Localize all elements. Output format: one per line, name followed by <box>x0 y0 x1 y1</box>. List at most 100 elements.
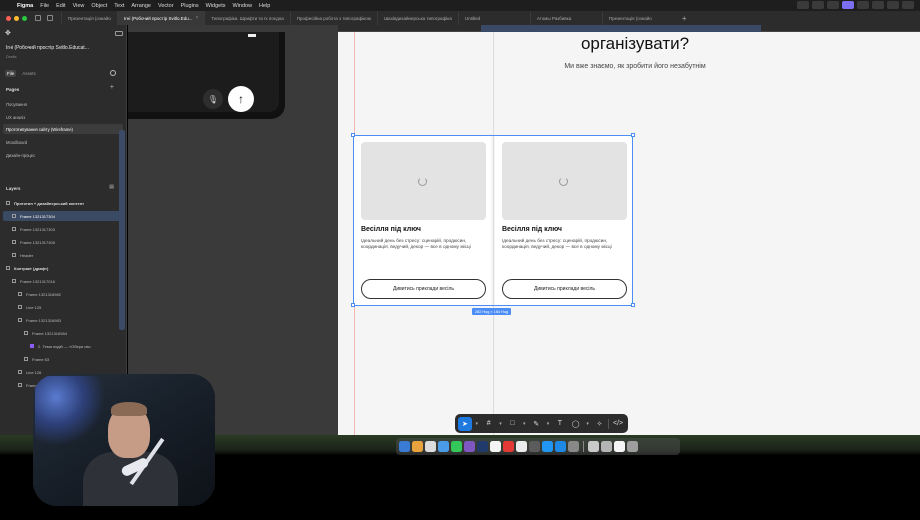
chevron-down-icon[interactable]: ▾ <box>545 417 551 431</box>
section-subheading[interactable]: Ми вже знаємо, як зробити його незабутні… <box>520 63 750 70</box>
section-heading[interactable]: організувати? <box>540 34 730 54</box>
page-item-active[interactable]: Прототипування сайту (Wireframe) <box>3 124 123 134</box>
app-icon[interactable] <box>555 441 566 452</box>
minimize-window-icon[interactable] <box>14 15 19 21</box>
app-icon[interactable] <box>529 441 540 452</box>
menu-object[interactable]: Object <box>91 3 107 9</box>
menu-widgets[interactable]: Widgets <box>206 3 226 9</box>
search-icon[interactable] <box>110 70 116 76</box>
rectangle-tool-icon[interactable]: □ <box>506 417 520 431</box>
maximize-window-icon[interactable] <box>22 15 27 21</box>
safari-icon[interactable] <box>438 441 449 452</box>
menu-edit[interactable]: Edit <box>56 3 65 9</box>
trash-icon[interactable] <box>627 441 638 452</box>
selection-outline[interactable] <box>353 135 633 306</box>
menu-view[interactable]: View <box>73 3 85 9</box>
app-icon[interactable] <box>425 441 436 452</box>
folder-icon[interactable] <box>588 441 599 452</box>
layer-row[interactable]: Контракт (драфт) <box>3 263 123 273</box>
chevron-down-icon[interactable]: ▾ <box>474 417 480 431</box>
tab-file[interactable]: File <box>5 69 17 77</box>
comment-tool-icon[interactable]: ◯ <box>569 417 583 431</box>
resize-handle[interactable] <box>631 133 635 137</box>
tab-7[interactable]: Презентація (ознайо <box>601 11 674 25</box>
menu-file[interactable]: File <box>40 3 49 9</box>
layer-row[interactable]: Frame 1321316984 <box>3 328 123 338</box>
pen-tool-icon[interactable]: ✎ <box>529 417 543 431</box>
chevron-down-icon[interactable]: ▾ <box>585 417 591 431</box>
folder-icon[interactable] <box>601 441 612 452</box>
menu-help[interactable]: Help <box>259 3 270 9</box>
tab-2[interactable]: Типографіка. Шрифти та їх поєдна <box>204 11 289 25</box>
chevron-down-icon[interactable]: ▾ <box>521 417 527 431</box>
layer-row[interactable]: Frame 1321317016 <box>3 276 123 286</box>
resize-handle[interactable] <box>351 133 355 137</box>
resize-handle[interactable] <box>351 303 355 307</box>
tab-5[interactable]: Untitled <box>457 11 530 25</box>
layers-options-icon[interactable]: ▤ <box>109 184 114 190</box>
dev-mode-icon[interactable]: </> <box>611 417 625 431</box>
panel-toggle-icon[interactable] <box>115 31 123 36</box>
layer-row[interactable]: Header <box>3 250 123 260</box>
frame-tool-icon[interactable]: # <box>482 417 496 431</box>
status-icon[interactable] <box>902 1 914 9</box>
layer-row[interactable]: Frame 1321317303 <box>3 224 123 234</box>
figma-logo-icon[interactable]: ✥ <box>5 30 11 37</box>
page-item[interactable]: Посування <box>3 99 123 109</box>
notion-icon[interactable] <box>490 441 501 452</box>
phone-mockup[interactable]: 🎙 ↑ <box>128 32 285 119</box>
chrome-icon[interactable] <box>516 441 527 452</box>
finder-icon[interactable] <box>399 441 410 452</box>
layer-row[interactable]: Line 125 <box>3 302 123 312</box>
close-tab-icon[interactable]: × <box>196 15 199 21</box>
layer-row-selected[interactable]: Frame 1321317304 <box>3 211 123 221</box>
app-icon[interactable] <box>503 441 514 452</box>
page-item[interactable]: Дизайн-процес <box>3 150 123 160</box>
send-arrow-icon[interactable]: ↑ <box>228 86 254 112</box>
tab-assets[interactable]: Assets <box>20 70 38 77</box>
status-icon[interactable] <box>797 1 809 9</box>
menu-app-name[interactable]: Figma <box>17 3 33 9</box>
tab-0[interactable]: Презентація (ознайо <box>61 11 117 25</box>
tab-1-active[interactable]: Ігні (Робочий простір Svitlo.Edu... × <box>116 11 205 25</box>
actions-tool-icon[interactable]: ✧ <box>593 417 607 431</box>
app-icon[interactable] <box>542 441 553 452</box>
layers-scrollbar[interactable] <box>119 130 125 330</box>
menu-vector[interactable]: Vector <box>158 3 174 9</box>
layer-row[interactable]: Frame 1321316982 <box>3 289 123 299</box>
page-item[interactable]: UX аналіз <box>3 112 123 122</box>
photoshop-icon[interactable] <box>477 441 488 452</box>
new-tab-icon[interactable]: + <box>674 14 695 23</box>
home-icon[interactable] <box>47 15 53 21</box>
status-icon[interactable] <box>857 1 869 9</box>
add-page-icon[interactable]: + <box>110 84 114 91</box>
recording-icon[interactable] <box>842 1 854 9</box>
status-icon[interactable] <box>812 1 824 9</box>
resize-handle[interactable] <box>631 303 635 307</box>
microphone-icon[interactable]: 🎙 <box>203 89 223 109</box>
app-icon[interactable] <box>412 441 423 452</box>
status-icon[interactable] <box>887 1 899 9</box>
settings-icon[interactable] <box>568 441 579 452</box>
text-tool-icon[interactable]: T <box>553 417 567 431</box>
project-name[interactable]: Ігні (Робочий простір Svitlo.Educat... <box>6 45 118 51</box>
close-window-icon[interactable] <box>6 15 11 21</box>
figma-icon[interactable] <box>464 441 475 452</box>
layer-row[interactable]: Frame 1321317305 <box>3 237 123 247</box>
layer-row[interactable]: Frame 63 <box>3 354 123 364</box>
menu-window[interactable]: Window <box>232 3 252 9</box>
messages-icon[interactable] <box>451 441 462 452</box>
page-item[interactable]: Moodboard <box>3 137 123 147</box>
chevron-down-icon[interactable]: ▾ <box>498 417 504 431</box>
menu-text[interactable]: Text <box>114 3 124 9</box>
tab-6[interactable]: Атомы Разбивка <box>529 11 602 25</box>
tab-3[interactable]: Професійна робота з типографікою <box>289 11 377 25</box>
tab-4[interactable]: Шахівдизайнерська типографіка <box>377 11 458 25</box>
layer-row[interactable]: Frame 1321316983 <box>3 315 123 325</box>
menu-arrange[interactable]: Arrange <box>131 3 151 9</box>
move-tool-icon[interactable]: ➤ <box>458 416 472 431</box>
menu-plugins[interactable]: Plugins <box>181 3 199 9</box>
sidebar-toggle-icon[interactable] <box>35 15 41 21</box>
status-icon[interactable] <box>872 1 884 9</box>
document-icon[interactable] <box>614 441 625 452</box>
